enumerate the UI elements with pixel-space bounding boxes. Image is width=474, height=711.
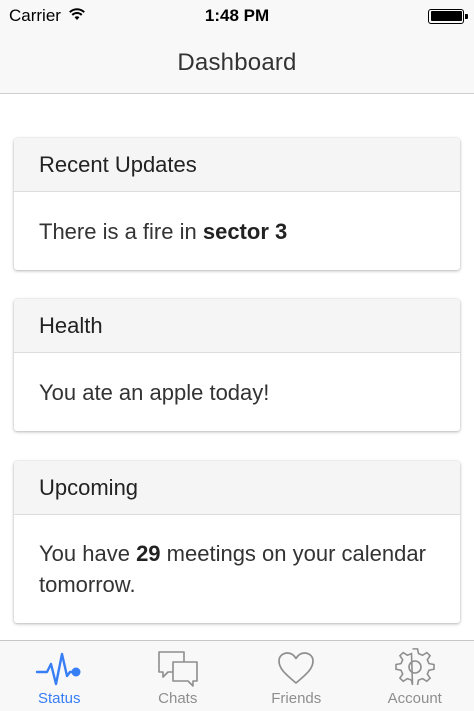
tab-chats[interactable]: Chats bbox=[119, 641, 238, 711]
tab-friends[interactable]: Friends bbox=[237, 641, 356, 711]
card-header: Health bbox=[14, 299, 460, 353]
card-header: Recent Updates bbox=[14, 138, 460, 192]
tab-label: Chats bbox=[158, 690, 198, 707]
tab-label: Friends bbox=[271, 690, 322, 707]
card-text: You ate an apple today! bbox=[39, 379, 270, 405]
tab-status[interactable]: Status bbox=[0, 641, 119, 711]
card-bold-text: 29 bbox=[136, 541, 161, 566]
card-text: There is a fire in sector 3 bbox=[39, 218, 288, 244]
card-body: You ate an apple today! bbox=[14, 353, 460, 431]
card-body: You have 29 meetings on your calendar to… bbox=[14, 515, 460, 623]
status-bar: Carrier 1:48 PM bbox=[0, 0, 474, 32]
card-header: Upcoming bbox=[14, 461, 460, 515]
battery-icon bbox=[428, 8, 468, 24]
page-title: Dashboard bbox=[177, 48, 297, 76]
dashboard-content[interactable]: Recent Updates There is a fire in sector… bbox=[0, 95, 474, 640]
card-bold-text: sector 3 bbox=[202, 218, 288, 244]
carrier-label: Carrier bbox=[9, 6, 61, 25]
gear-icon bbox=[394, 646, 435, 690]
card-health: Health You ate an apple today! bbox=[14, 299, 460, 431]
wifi-icon bbox=[68, 6, 86, 26]
heart-icon bbox=[276, 646, 316, 690]
navigation-bar: Dashboard bbox=[0, 32, 474, 94]
carrier-group: Carrier bbox=[9, 6, 86, 26]
pulse-icon bbox=[35, 646, 83, 690]
card-upcoming: Upcoming You have 29 meetings on your ca… bbox=[14, 461, 460, 623]
tab-label: Status bbox=[37, 690, 81, 707]
card-body: There is a fire in sector 3 bbox=[14, 192, 460, 270]
tab-bar: Status Chats Friends Account bbox=[0, 640, 474, 711]
card-text: You have 29 meetings on your calendar to… bbox=[39, 541, 426, 597]
tab-label: Account bbox=[387, 690, 442, 707]
card-recent-updates: Recent Updates There is a fire in sector… bbox=[14, 138, 460, 270]
tab-account[interactable]: Account bbox=[356, 641, 474, 711]
chat-bubbles-icon bbox=[156, 646, 200, 690]
